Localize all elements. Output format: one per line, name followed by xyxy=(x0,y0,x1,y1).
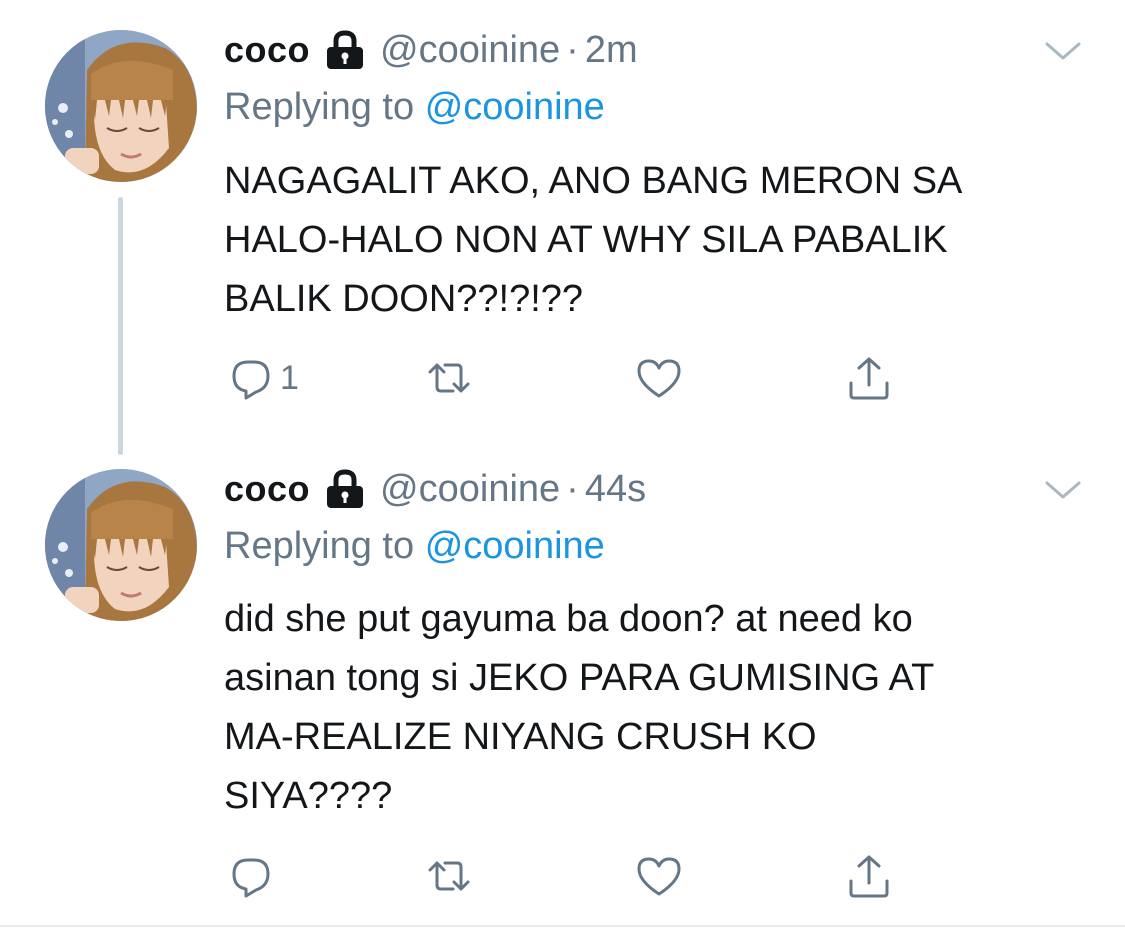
chevron-down-icon[interactable] xyxy=(1044,40,1082,62)
share-icon xyxy=(849,855,889,898)
display-name[interactable]: coco xyxy=(224,468,310,510)
tweet-text-line: SIYA???? xyxy=(224,775,393,817)
user-handle[interactable]: @cooinine xyxy=(380,29,560,72)
replying-to-mention[interactable]: @cooinine xyxy=(425,525,605,567)
reply-count: 1 xyxy=(280,358,299,397)
heart-icon xyxy=(637,359,681,398)
retweet-icon xyxy=(428,861,470,891)
heart-icon xyxy=(637,857,681,896)
timestamp[interactable]: 2m xyxy=(585,29,638,72)
like-button[interactable] xyxy=(634,850,684,902)
separator-dot: · xyxy=(566,28,579,71)
avatar-image xyxy=(45,469,197,621)
share-button[interactable] xyxy=(844,352,894,404)
avatar[interactable] xyxy=(45,30,197,182)
reply-button[interactable] xyxy=(226,850,280,902)
tweet-text-line: NAGAGALIT AKO, ANO BANG MERON SA xyxy=(224,160,963,202)
lock-icon xyxy=(327,30,364,69)
avatar[interactable] xyxy=(45,469,197,621)
tweet-actions: 1 xyxy=(224,352,924,404)
replying-to: Replying to @cooinine xyxy=(224,86,605,129)
share-button[interactable] xyxy=(844,850,894,902)
tweet-text: did she put gayuma ba doon? at need ko a… xyxy=(224,590,1104,826)
user-handle[interactable]: @cooinine xyxy=(380,468,560,511)
tweet-actions xyxy=(224,850,924,902)
replying-prefix: Replying to xyxy=(224,525,415,567)
tweet-text-line: HALO-HALO NON AT WHY SILA PABALIK xyxy=(224,219,948,261)
display-name[interactable]: coco xyxy=(224,29,310,71)
tweet[interactable]: coco @cooinine · 44s Replying to @cooini… xyxy=(0,455,1125,925)
tweet-text-line: asinan tong si JEKO PARA GUMISING AT xyxy=(224,657,935,699)
replying-to: Replying to @cooinine xyxy=(224,525,605,568)
tweet-text: NAGAGALIT AKO, ANO BANG MERON SA HALO-HA… xyxy=(224,152,1104,329)
divider xyxy=(0,925,1125,927)
retweet-button[interactable] xyxy=(424,850,474,902)
reply-icon xyxy=(232,858,270,898)
separator-dot: · xyxy=(566,467,579,510)
tweet-header: coco @cooinine · 2m xyxy=(224,26,638,74)
share-icon xyxy=(849,357,889,400)
tweet-text-line: did she put gayuma ba doon? at need ko xyxy=(224,598,913,640)
retweet-icon xyxy=(428,363,470,393)
like-button[interactable] xyxy=(634,352,684,404)
lock-icon xyxy=(327,469,364,508)
tweet-text-line: MA-REALIZE NIYANG CRUSH KO xyxy=(224,716,817,758)
reply-button[interactable]: 1 xyxy=(226,352,299,404)
thread-line xyxy=(118,197,123,455)
retweet-button[interactable] xyxy=(424,352,474,404)
tweet-header: coco @cooinine · 44s xyxy=(224,465,646,513)
tweet[interactable]: coco @cooinine · 2m Replying to @cooinin… xyxy=(0,0,1125,455)
replying-prefix: Replying to xyxy=(224,86,415,128)
reply-icon xyxy=(232,360,270,400)
chevron-down-icon[interactable] xyxy=(1044,479,1082,501)
tweet-text-line: BALIK DOON??!?!?? xyxy=(224,278,584,320)
replying-to-mention[interactable]: @cooinine xyxy=(425,86,605,128)
avatar-image xyxy=(45,30,197,182)
timestamp[interactable]: 44s xyxy=(585,468,646,511)
